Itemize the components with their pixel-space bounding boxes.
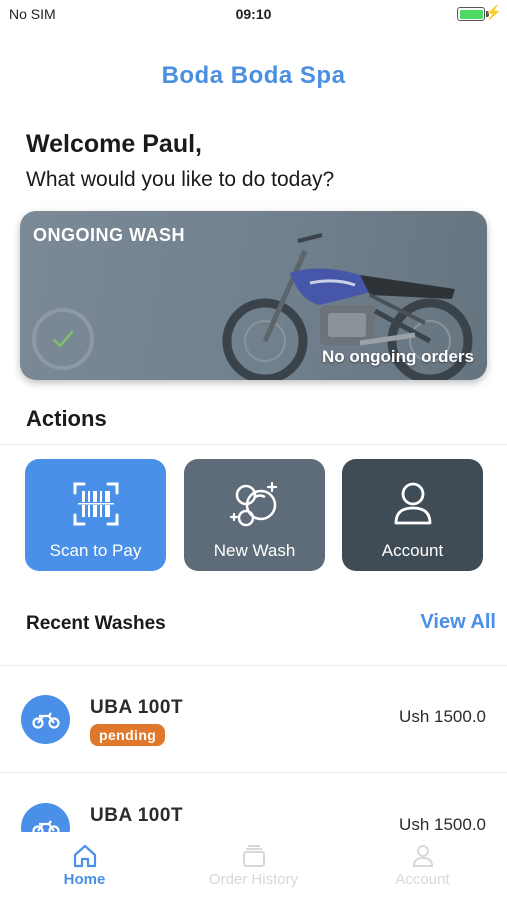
- tab-order-history-label: Order History: [208, 871, 299, 888]
- new-wash-label: New Wash: [213, 541, 296, 560]
- recent-washes-heading: Recent Washes: [26, 613, 166, 634]
- divider: [0, 772, 507, 773]
- ongoing-wash-card[interactable]: ONGOING WASH No ongoing orders: [20, 211, 487, 380]
- tab-home-label: Home: [63, 871, 106, 888]
- wash-price: Ush 1500.0: [399, 707, 486, 726]
- motorcycle-icon: [21, 803, 70, 832]
- account-button[interactable]: Account: [342, 459, 483, 571]
- tab-order-history[interactable]: Order History: [169, 840, 338, 888]
- app-title: Boda Boda Spa: [161, 62, 346, 89]
- account-icon: [412, 845, 433, 867]
- barcode-scan-icon: [73, 482, 118, 526]
- tab-account-label: Account: [395, 871, 450, 888]
- tab-bar: Home Order History Account: [0, 832, 507, 900]
- new-wash-button[interactable]: New Wash: [184, 459, 325, 571]
- check-icon: [32, 308, 94, 370]
- no-ongoing-orders-text: No ongoing orders: [321, 347, 474, 366]
- motorcycle-icon: [21, 695, 70, 744]
- battery-icon: [457, 7, 485, 21]
- bubbles-icon: [229, 481, 277, 527]
- plate-number: UBA 100T: [90, 805, 184, 826]
- actions-heading: Actions: [26, 406, 107, 431]
- wash-list-item[interactable]: UBA 100T pending Ush 1500.0: [0, 774, 507, 832]
- status-badge: pending: [90, 724, 166, 746]
- tab-home[interactable]: Home: [0, 840, 169, 888]
- plate-number: UBA 100T: [90, 697, 184, 718]
- charging-icon: ⚡: [484, 4, 502, 20]
- status-bar: No SIM 09:10 ⚡: [0, 0, 507, 28]
- welcome-heading: Welcome Paul,: [26, 130, 202, 158]
- history-icon: [242, 845, 265, 867]
- welcome-prompt: What would you like to do today?: [26, 168, 335, 191]
- scan-to-pay-button[interactable]: Scan to Pay: [25, 459, 166, 571]
- wash-price: Ush 1500.0: [399, 815, 486, 832]
- status-time: 09:10: [235, 6, 272, 22]
- ongoing-wash-label: ONGOING WASH: [33, 225, 186, 245]
- home-icon: [73, 844, 96, 868]
- divider: [0, 444, 507, 445]
- view-all-link[interactable]: View All: [420, 611, 496, 634]
- user-icon: [394, 482, 431, 525]
- scan-to-pay-label: Scan to Pay: [49, 541, 142, 560]
- wash-list-item[interactable]: UBA 100T pending Ush 1500.0: [0, 666, 507, 773]
- tab-account[interactable]: Account: [338, 840, 507, 888]
- recent-washes-list[interactable]: UBA 100T pending Ush 1500.0 UBA 100T pen…: [0, 666, 507, 832]
- account-label: Account: [381, 541, 444, 560]
